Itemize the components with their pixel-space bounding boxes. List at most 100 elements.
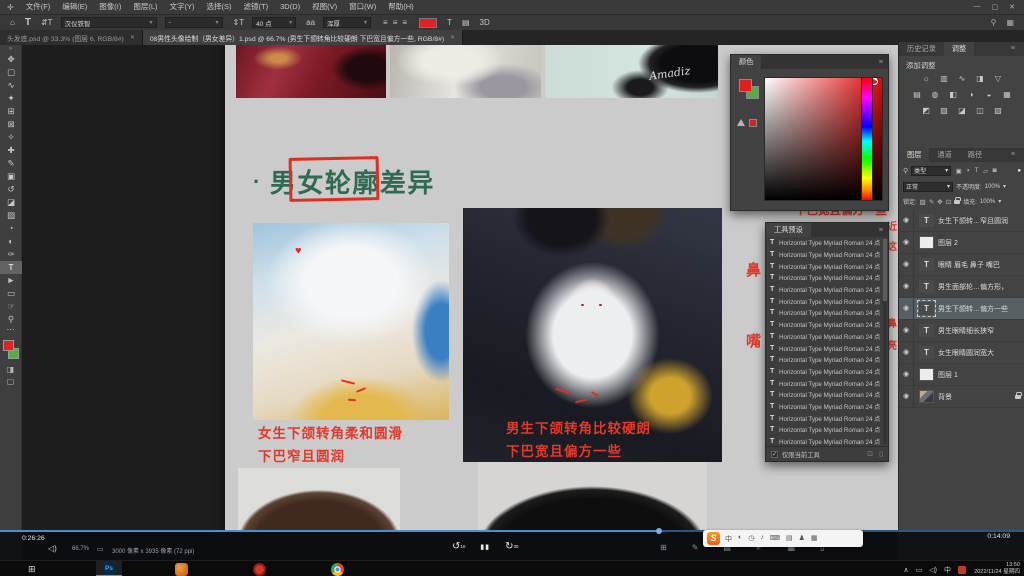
delete-preset-icon[interactable]: ▯ <box>879 450 883 458</box>
panel-menu-icon[interactable]: ≡ <box>1011 45 1020 52</box>
lock-move-icon[interactable]: ✥ <box>937 198 942 206</box>
exposure-icon[interactable]: ◨ <box>974 73 987 85</box>
tool-preset-item[interactable]: T Horizontal Type Myriad Roman 24 点 <box>766 377 882 389</box>
blend-mode-select[interactable]: 正常▾ <box>903 182 953 192</box>
curves-icon[interactable]: ∿ <box>956 73 969 85</box>
shape-tool[interactable]: ▭ <box>0 287 22 300</box>
marquee-tool[interactable]: ▢ <box>0 66 22 79</box>
collapse-toolbar-icon[interactable]: » <box>0 45 21 53</box>
close-tab-icon[interactable]: ✕ <box>130 34 135 41</box>
minimize-icon[interactable]: — <box>974 3 981 11</box>
edit-toolbar-icon[interactable]: ⋯ <box>0 326 21 336</box>
layer-row[interactable]: ◉ T 女生下颌转…窄且圆润 <box>899 210 1024 232</box>
panel-menu-icon[interactable]: ≡ <box>879 59 888 66</box>
visibility-eye-icon[interactable]: ◉ <box>899 232 914 254</box>
align-center-icon[interactable]: ≡ <box>393 18 398 27</box>
menu-item[interactable]: 文字(Y) <box>164 0 201 14</box>
menu-item[interactable]: 编辑(E) <box>56 0 93 14</box>
visibility-eye-icon[interactable]: ◉ <box>899 342 914 364</box>
hue-slider-marker[interactable]: ◂ <box>874 76 877 83</box>
3d-mode-button[interactable]: 3D <box>480 18 490 27</box>
taskbar-app-red[interactable] <box>246 561 272 576</box>
selective-color-icon[interactable]: ▧ <box>992 105 1005 117</box>
panel-tab[interactable]: 历史记录 <box>899 42 944 56</box>
sogou-logo-icon[interactable]: S <box>707 532 720 545</box>
home-icon[interactable]: ⌂ <box>10 18 15 27</box>
font-size-select[interactable]: 40 点▾ <box>252 17 296 28</box>
tool-preset-item[interactable]: T Horizontal Type Myriad Roman 24 点 <box>766 319 882 331</box>
annotate-pen-icon[interactable]: ✎ <box>692 543 699 552</box>
visibility-eye-icon[interactable]: ◉ <box>899 298 914 320</box>
filter-pixel-icon[interactable]: ▣ <box>954 167 963 175</box>
new-preset-icon[interactable]: ⊡ <box>867 450 873 458</box>
tool-preset-item[interactable]: T Horizontal Type Myriad Roman 24 点 <box>766 307 882 319</box>
frame-tool[interactable]: ⊠ <box>0 118 22 131</box>
layer-row[interactable]: ◉ 图层 2 <box>899 232 1024 254</box>
lock-artboard-icon[interactable]: ⊡ <box>946 198 951 206</box>
ime-mic-icon[interactable]: ♪ <box>760 534 764 544</box>
menu-item[interactable]: 3D(D) <box>274 0 306 14</box>
rewind-10-icon[interactable]: ↺10 <box>452 541 465 552</box>
filter-shape-icon[interactable]: ▱ <box>981 167 990 175</box>
panel-menu-icon[interactable]: ≡ <box>1011 151 1020 158</box>
tool-preset-item[interactable]: T Horizontal Type Myriad Roman 24 点 <box>766 366 882 378</box>
tray-expand-icon[interactable]: ∧ <box>904 566 909 574</box>
channel-mixer-icon[interactable]: ◒ <box>983 89 996 101</box>
tool-preset-item[interactable]: T Horizontal Type Myriad Roman 24 点 <box>766 295 882 307</box>
ime-clipboard-icon[interactable]: ▤ <box>786 534 793 544</box>
ime-skin-icon[interactable]: ♟ <box>799 534 805 544</box>
layer-thumbnail[interactable]: T <box>919 258 934 271</box>
menu-item[interactable]: 文件(F) <box>20 0 57 14</box>
foreground-color-swatch[interactable] <box>3 340 14 351</box>
posterize-icon[interactable]: ▨ <box>938 105 951 117</box>
menu-item[interactable]: 图层(L) <box>127 0 163 14</box>
anti-alias-select[interactable]: 浑厚▾ <box>323 17 371 28</box>
layer-row[interactable]: ◉ T 男生眼睛细长狭窄 <box>899 320 1024 342</box>
ime-mode-icon[interactable]: 中 <box>725 534 732 544</box>
invert-icon[interactable]: ◩ <box>920 105 933 117</box>
layer-row[interactable]: ◉ T 眼睛 眉毛 鼻子 嘴巴 <box>899 254 1024 276</box>
search-icon[interactable]: ⚲ <box>991 18 997 27</box>
color-lookup-icon[interactable]: ▦ <box>1001 89 1014 101</box>
lock-transparent-icon[interactable]: ▨ <box>920 198 926 206</box>
lock-paint-icon[interactable]: ✎ <box>929 198 934 206</box>
layer-thumbnail[interactable]: T <box>919 346 934 359</box>
panel-tab[interactable]: 路径 <box>960 148 990 162</box>
tray-color-icon[interactable] <box>958 566 966 574</box>
panel-menu-icon[interactable]: ≡ <box>879 227 888 234</box>
brightness-contrast-icon[interactable]: ☼ <box>920 73 933 85</box>
tab-color[interactable]: 颜色 <box>731 55 761 69</box>
text-color-swatch[interactable] <box>419 18 437 28</box>
menu-item[interactable]: 帮助(H) <box>382 0 419 14</box>
quick-mask-icon[interactable]: ◨ <box>0 364 21 376</box>
document-tab[interactable]: 头发底.psd @ 33.3% (图层 6, RGB/8#) ✕ <box>0 30 143 45</box>
volume-icon[interactable]: ◁) <box>48 544 57 553</box>
visibility-eye-icon[interactable]: ◉ <box>899 386 914 408</box>
filter-toggle-icon[interactable]: ● <box>1017 168 1021 174</box>
dodge-tool[interactable]: ◐ <box>0 235 22 248</box>
blur-tool[interactable]: ◔ <box>0 222 22 235</box>
clone-stamp-tool[interactable]: ▣ <box>0 170 22 183</box>
document-tab[interactable]: 08男性头像绘制（男女差异）1.psd @ 66.7% (男生下颌转角比较硬朗 … <box>143 30 463 45</box>
quick-selection-tool[interactable]: ✦ <box>0 92 22 105</box>
filter-adjustment-icon[interactable]: ◑ <box>963 167 972 175</box>
tool-preset-item[interactable]: T Horizontal Type Myriad Roman 24 点 <box>766 401 882 413</box>
threshold-icon[interactable]: ◪ <box>956 105 969 117</box>
tray-monitor-icon[interactable]: ▭ <box>916 566 923 574</box>
layer-row[interactable]: ◉ 背景 <box>899 386 1024 408</box>
hue-saturation-icon[interactable]: ▤ <box>911 89 924 101</box>
fill-value[interactable]: 100% <box>980 199 995 205</box>
tool-preset-item[interactable]: T Horizontal Type Myriad Roman 24 点 <box>766 354 882 366</box>
warp-text-icon[interactable]: T <box>447 18 452 27</box>
tray-volume-icon[interactable]: ◁) <box>929 566 937 574</box>
taskbar-clock[interactable]: 13:50 2022/11/24 星期四 <box>974 562 1020 576</box>
foreground-color-swatch[interactable] <box>739 79 752 92</box>
video-playhead[interactable] <box>656 528 662 534</box>
layer-thumbnail[interactable]: T <box>919 324 934 337</box>
ime-clock-icon[interactable]: ◷ <box>748 534 754 544</box>
lasso-tool[interactable]: ∿ <box>0 79 22 92</box>
menu-item[interactable]: 滤镜(T) <box>238 0 275 14</box>
path-selection-tool[interactable]: ► <box>0 274 22 287</box>
tab-tool-presets[interactable]: 工具预设 <box>766 223 811 237</box>
toggle-panels-icon[interactable]: ▤ <box>462 18 470 27</box>
